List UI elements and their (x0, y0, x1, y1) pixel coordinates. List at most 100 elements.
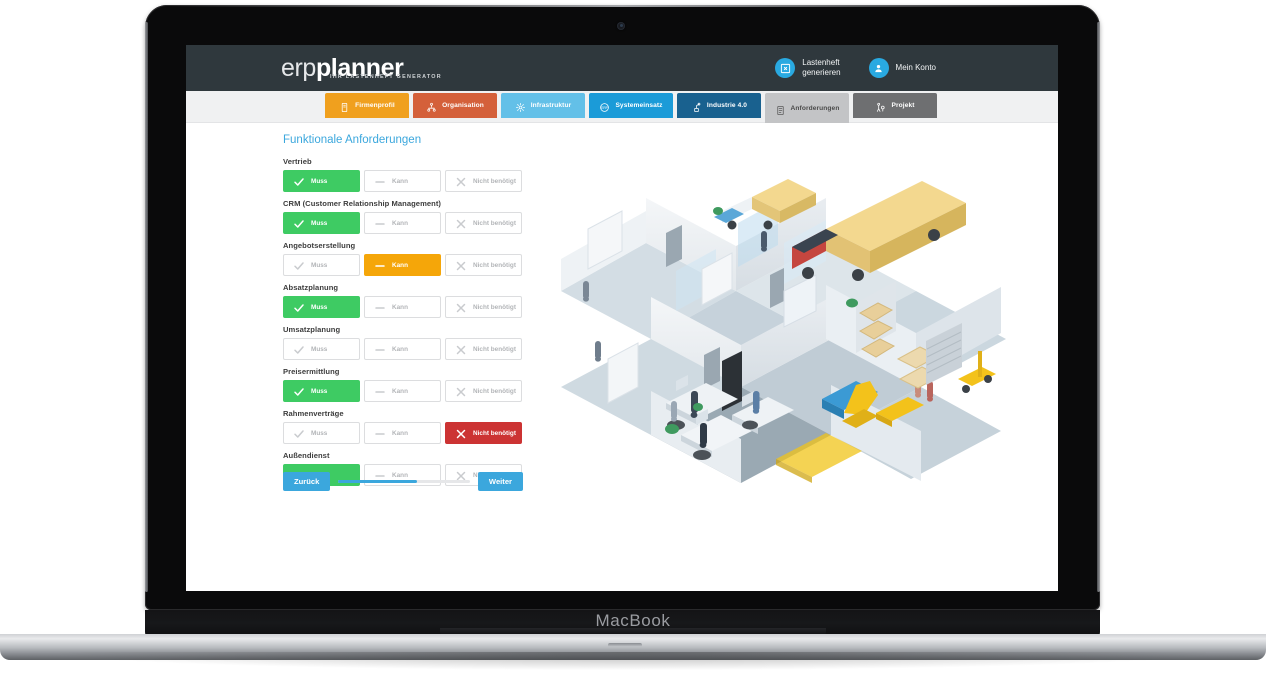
option-nicht-label: Nicht benötigt (473, 429, 516, 437)
option-kann[interactable]: Kann (364, 254, 441, 276)
generate-label-line1: Lastenheft (802, 58, 840, 67)
requirement-row: Umsatzplanung Muss Kann Nicht benötigt (283, 325, 523, 360)
option-nicht[interactable]: Nicht benötigt (445, 380, 522, 402)
generate-lastenheft-button[interactable]: Lastenheft generieren (775, 58, 841, 78)
logo-prefix: erp (281, 53, 316, 82)
header-actions: Lastenheft generieren Mein Konto (775, 45, 936, 91)
requirement-row: Absatzplanung Muss Kann Nicht benötigt (283, 283, 523, 318)
nav-tab-label: Industrie 4.0 (706, 102, 748, 109)
logo-tagline: IHR LASTENHEFT GENERATOR (330, 73, 442, 80)
option-muss-icon (293, 343, 305, 355)
option-muss[interactable]: Muss (283, 380, 360, 402)
building-icon (339, 100, 350, 113)
option-muss-label: Muss (311, 261, 328, 269)
option-kann[interactable]: Kann (364, 422, 441, 444)
option-kann[interactable]: Kann (364, 296, 441, 318)
my-account-label: Mein Konto (895, 63, 936, 72)
option-kann[interactable]: Kann (364, 212, 441, 234)
option-nicht[interactable]: Nicht benötigt (445, 254, 522, 276)
option-muss-icon (293, 301, 305, 313)
nav-tab-infrastruktur[interactable]: Infrastruktur (501, 93, 585, 118)
nav-tab-systemeinsatz[interactable]: ERP Systemeinsatz (589, 93, 673, 118)
erp-circle-icon: ERP (599, 100, 610, 112)
user-icon (868, 58, 889, 78)
option-kann-label: Kann (392, 219, 408, 227)
option-muss-icon (293, 175, 305, 187)
option-kann-icon (374, 259, 386, 271)
option-muss-icon (293, 259, 305, 271)
option-kann[interactable]: Kann (364, 338, 441, 360)
svg-text:ERP: ERP (602, 106, 609, 110)
option-kann-label: Kann (392, 429, 408, 437)
requirement-options: Muss Kann Nicht benötigt (283, 212, 523, 234)
webcam-icon (617, 22, 625, 30)
option-muss-icon (293, 217, 305, 229)
requirement-row: CRM (Customer Relationship Management) Mu… (283, 199, 523, 234)
option-nicht[interactable]: Nicht benötigt (445, 296, 522, 318)
option-muss[interactable]: Muss (283, 254, 360, 276)
option-nicht-icon (455, 259, 467, 271)
nav-tab-projekt[interactable]: Projekt (853, 93, 937, 118)
nav-tab-industrie-4-0[interactable]: Industrie 4.0 (677, 93, 761, 118)
option-nicht-label: Nicht benötigt (473, 387, 516, 395)
requirement-label: Rahmenverträge (283, 409, 344, 418)
nav-tab-firmenprofil[interactable]: Firmenprofil (325, 93, 409, 118)
option-muss[interactable]: Muss (283, 212, 360, 234)
nav-tab-label: Infrastruktur (530, 102, 572, 109)
option-nicht-icon (455, 427, 467, 439)
option-nicht-icon (455, 385, 467, 397)
requirement-row: Angebotserstellung Muss Kann Nicht benötigt (283, 241, 523, 276)
requirement-options: Muss Kann Nicht benötigt (283, 254, 523, 276)
nav-tab-organisation[interactable]: Organisation (413, 93, 497, 118)
option-nicht-label: Nicht benötigt (473, 261, 516, 269)
checklist-icon (775, 103, 786, 115)
option-nicht-label: Nicht benötigt (473, 303, 516, 311)
requirement-label: Umsatzplanung (283, 325, 341, 334)
nav-tab-anforderungen[interactable]: Anforderungen (765, 93, 849, 123)
requirements-list: Vertrieb Muss Kann Nicht benötigt CRM (Custo… (283, 157, 523, 493)
option-kann-label: Kann (392, 177, 408, 185)
option-nicht[interactable]: Nicht benötigt (445, 338, 522, 360)
requirement-options: Muss Kann Nicht benötigt (283, 338, 523, 360)
factory-floorplan-svg (561, 179, 1006, 483)
robot-arm-icon (691, 100, 702, 113)
my-account-button[interactable]: Mein Konto (868, 58, 936, 78)
nav-tab-label: Organisation (442, 102, 484, 109)
generate-label-line2: generieren (802, 68, 841, 77)
nav-tabs-bar: Firmenprofil Organisation Infrastruktur ERP… (186, 91, 1058, 123)
option-nicht-label: Nicht benötigt (473, 219, 516, 227)
option-kann[interactable]: Kann (364, 170, 441, 192)
page-title: Funktionale Anforderungen (283, 134, 422, 146)
option-nicht[interactable]: Nicht benötigt (445, 170, 522, 192)
document-export-icon (775, 58, 796, 78)
nav-tab-label: Anforderungen (790, 104, 840, 112)
nav-tab-label: Firmenprofil (355, 102, 395, 109)
option-nicht-icon (455, 175, 467, 187)
option-muss[interactable]: Muss (283, 170, 360, 192)
option-muss[interactable]: Muss (283, 296, 360, 318)
option-nicht[interactable]: Nicht benötigt (445, 212, 522, 234)
app-header: erpplanner IHR LASTENHEFT GENERATOR Last… (186, 45, 1058, 91)
requirement-options: Muss Kann Nicht benötigt (283, 296, 523, 318)
option-muss[interactable]: Muss (283, 338, 360, 360)
option-kann-icon (374, 217, 386, 229)
option-kann[interactable]: Kann (364, 380, 441, 402)
isometric-factory-illustration (526, 163, 1026, 543)
option-kann-label: Kann (392, 261, 408, 269)
requirement-label: Absatzplanung (283, 283, 339, 292)
main-content: Funktionale Anforderungen Vertrieb Muss Ka… (186, 123, 1058, 591)
option-nicht[interactable]: Nicht benötigt (445, 422, 522, 444)
requirement-row: Preisermittlung Muss Kann Nicht benötigt (283, 367, 523, 402)
option-muss-icon (293, 385, 305, 397)
option-muss[interactable]: Muss (283, 422, 360, 444)
app-logo[interactable]: erpplanner IHR LASTENHEFT GENERATOR (281, 53, 441, 82)
option-kann-icon (374, 343, 386, 355)
requirement-label: CRM (Customer Relationship Management) (283, 199, 442, 208)
option-kann-label: Kann (392, 387, 408, 395)
option-nicht-icon (455, 217, 467, 229)
option-kann-icon (374, 385, 386, 397)
screen-viewport: erpplanner IHR LASTENHEFT GENERATOR Last… (186, 45, 1058, 591)
next-button[interactable]: Weiter (477, 472, 523, 491)
requirement-label: Angebotserstellung (283, 241, 356, 250)
back-button[interactable]: Zurück (283, 472, 331, 491)
